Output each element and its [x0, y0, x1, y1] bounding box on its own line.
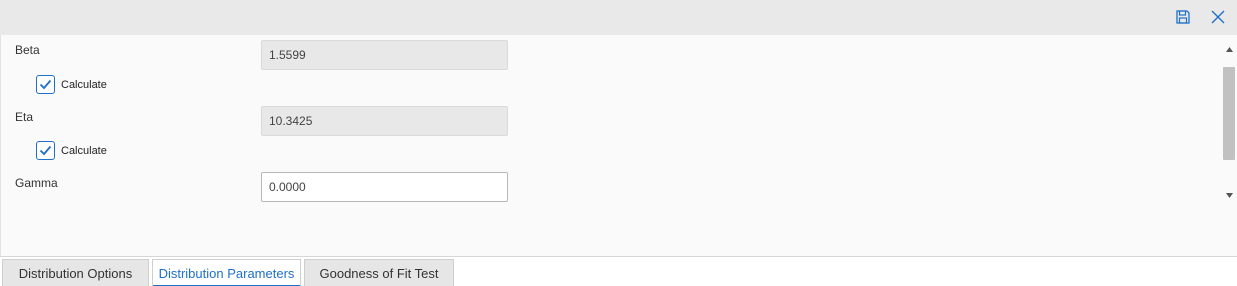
tab-bar: Distribution Options Distribution Parame…	[0, 256, 1237, 286]
beta-calculate-checkbox[interactable]: Calculate	[36, 75, 107, 94]
eta-field: 10.3425	[261, 106, 508, 136]
close-icon	[1211, 10, 1225, 24]
gamma-label: Gamma	[15, 176, 58, 190]
beta-label: Beta	[15, 43, 40, 57]
distribution-parameters-panel: Beta 1.5599 Calculate Eta 10.3425 Calcul…	[0, 35, 1237, 256]
eta-value: 10.3425	[269, 114, 313, 128]
beta-calculate-label: Calculate	[61, 78, 107, 91]
close-button[interactable]	[1207, 6, 1229, 28]
scrollbar-thumb[interactable]	[1223, 67, 1235, 160]
eta-calculate-checkbox[interactable]: Calculate	[36, 141, 107, 160]
vertical-scrollbar[interactable]	[1222, 40, 1236, 205]
tab-goodness-of-fit-test[interactable]: Goodness of Fit Test	[304, 259, 454, 286]
checkmark-icon	[39, 145, 52, 156]
scroll-up-arrow-icon[interactable]	[1224, 44, 1234, 54]
gamma-input[interactable]: 0.0000	[261, 172, 508, 202]
checkbox-box[interactable]	[36, 141, 55, 160]
tab-distribution-options[interactable]: Distribution Options	[2, 259, 149, 286]
eta-label: Eta	[15, 110, 34, 124]
save-icon	[1176, 10, 1190, 24]
dialog-toolbar	[0, 0, 1237, 35]
scroll-down-arrow-icon[interactable]	[1224, 190, 1234, 200]
eta-calculate-label: Calculate	[61, 144, 107, 157]
tab-distribution-parameters[interactable]: Distribution Parameters	[152, 259, 301, 286]
checkmark-icon	[39, 79, 52, 90]
beta-field: 1.5599	[261, 40, 508, 70]
save-button[interactable]	[1172, 6, 1194, 28]
beta-value: 1.5599	[269, 48, 306, 62]
checkbox-box[interactable]	[36, 75, 55, 94]
gamma-value: 0.0000	[269, 180, 306, 194]
